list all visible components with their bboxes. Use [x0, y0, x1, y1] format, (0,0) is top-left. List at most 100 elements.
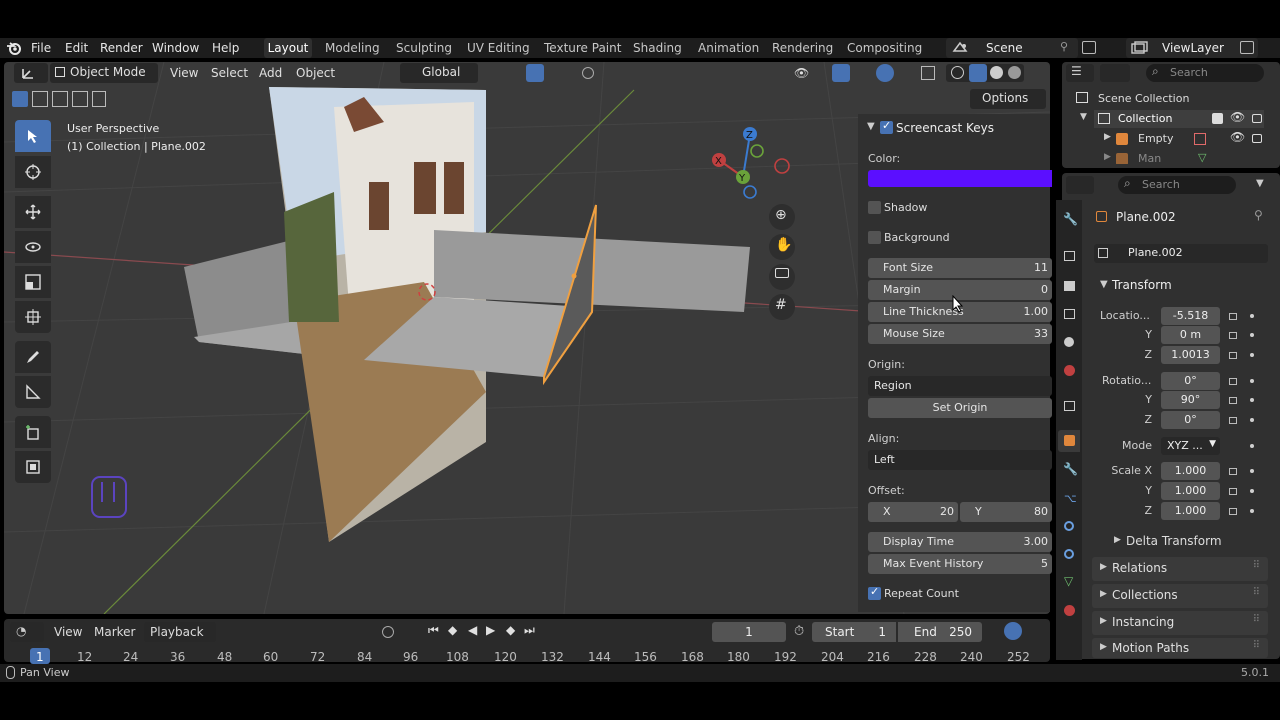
- navigation-gizmo[interactable]: Z X Y: [704, 122, 794, 202]
- tool-cursor[interactable]: [15, 156, 51, 188]
- start-frame-field[interactable]: Start 1: [812, 622, 896, 642]
- keyframe-dot-icon[interactable]: [1250, 379, 1254, 383]
- lock-icon[interactable]: [1228, 393, 1238, 405]
- shadow-checkbox[interactable]: [868, 201, 881, 214]
- rotation-y-field[interactable]: 90°: [1161, 391, 1220, 409]
- proportional-edit-icon[interactable]: [582, 67, 594, 79]
- collection-tab-icon[interactable]: [1058, 396, 1080, 418]
- select-intersect-icon[interactable]: [92, 91, 106, 107]
- shading-modes[interactable]: [946, 64, 1024, 82]
- select-invert-icon[interactable]: [72, 91, 88, 107]
- select-mode-icons[interactable]: [10, 90, 106, 108]
- new-scene-icon[interactable]: [1082, 41, 1096, 54]
- modifier-tab-icon[interactable]: 🔧: [1058, 460, 1080, 482]
- xray-toggle-icon[interactable]: [921, 66, 935, 80]
- pin-icon[interactable]: ⚲: [1060, 40, 1068, 53]
- options-dropdown[interactable]: Options: [970, 89, 1046, 109]
- play-icon[interactable]: ▶: [486, 623, 495, 637]
- jump-keyframe-back-icon[interactable]: ◆: [448, 623, 457, 637]
- select-subtract-icon[interactable]: [52, 91, 68, 107]
- tool-add-extra[interactable]: [15, 451, 51, 483]
- origin-dropdown[interactable]: Region: [868, 376, 1052, 396]
- collections-panel-header[interactable]: ▶ Collections ⠿: [1092, 584, 1268, 608]
- screencast-enable-checkbox[interactable]: ✓: [880, 119, 893, 134]
- offset-y-field[interactable]: Y 80: [960, 502, 1052, 522]
- mouse-size-field[interactable]: Mouse Size 33: [868, 324, 1052, 344]
- viewlayer-name[interactable]: ViewLayer: [1162, 41, 1224, 55]
- rotation-x-field[interactable]: 0°: [1161, 372, 1220, 390]
- motion-paths-panel-header[interactable]: ▶ Motion Paths ⠿: [1092, 638, 1268, 658]
- tool-transform[interactable]: [15, 301, 51, 333]
- display-time-field[interactable]: Display Time 3.00: [868, 532, 1052, 552]
- align-dropdown[interactable]: Left: [868, 450, 1052, 470]
- particles-tab-icon[interactable]: ⌥: [1058, 488, 1080, 510]
- menu-edit[interactable]: Edit: [65, 41, 88, 55]
- keyframe-dot-icon[interactable]: [1250, 398, 1254, 402]
- lock-icon[interactable]: [1228, 309, 1238, 321]
- scale-x-field[interactable]: 1.000: [1161, 462, 1220, 480]
- tool-tab-icon[interactable]: 🔧: [1058, 210, 1080, 232]
- tab-uv-editing[interactable]: UV Editing: [467, 38, 530, 58]
- gizmo-toggle-icon[interactable]: [832, 64, 850, 82]
- menu-window[interactable]: Window: [152, 41, 199, 55]
- render-camera-icon[interactable]: [1252, 134, 1262, 143]
- output-tab-icon[interactable]: [1058, 276, 1080, 298]
- select-new-icon[interactable]: [12, 91, 28, 107]
- camera-view-icon[interactable]: [769, 264, 795, 290]
- menu-view[interactable]: View: [170, 66, 198, 80]
- keyframe-dot-icon[interactable]: [1250, 314, 1254, 318]
- pan-hand-icon[interactable]: ✋: [769, 234, 795, 260]
- jump-keyframe-forward-icon[interactable]: ◆: [506, 623, 515, 637]
- tab-shading[interactable]: Shading: [633, 38, 682, 58]
- background-checkbox[interactable]: [868, 231, 881, 244]
- visibility-eye-icon[interactable]: 👁: [1230, 110, 1245, 124]
- select-extend-icon[interactable]: [32, 91, 48, 107]
- tab-rendering[interactable]: Rendering: [772, 38, 833, 58]
- keyframe-dot-icon[interactable]: [1250, 469, 1254, 473]
- keyframe-dot-icon[interactable]: [1250, 444, 1254, 448]
- set-origin-button[interactable]: Set Origin: [868, 398, 1052, 418]
- auto-keying-icon[interactable]: [382, 626, 394, 638]
- lock-icon[interactable]: [1228, 484, 1238, 496]
- scale-y-field[interactable]: 1.000: [1161, 482, 1220, 500]
- current-frame-field[interactable]: 1: [712, 622, 786, 642]
- playback-dropdown[interactable]: Playback: [144, 622, 216, 642]
- overlay-toggle-icon[interactable]: [876, 64, 894, 82]
- wireframe-shading-icon[interactable]: [951, 66, 964, 79]
- location-x-field[interactable]: -5.518: [1161, 307, 1220, 325]
- visibility-icon[interactable]: 👁: [794, 66, 810, 80]
- scene-selector[interactable]: Scene ⚲: [946, 38, 1078, 58]
- snap-icon[interactable]: [526, 64, 544, 82]
- material-tab-icon[interactable]: [1058, 600, 1080, 622]
- constraints-tab-icon[interactable]: [1058, 544, 1080, 566]
- visibility-eye-icon[interactable]: 👁: [1230, 130, 1245, 144]
- tab-animation[interactable]: Animation: [698, 38, 759, 58]
- zoom-icon[interactable]: ⊕: [769, 204, 795, 230]
- physics-tab-icon[interactable]: [1058, 516, 1080, 538]
- jump-start-icon[interactable]: ⏮: [428, 623, 439, 638]
- solid-shading-icon[interactable]: [969, 64, 987, 82]
- timeline-menu-marker[interactable]: Marker: [94, 625, 135, 639]
- timeline-view-toggle-icon[interactable]: [1004, 622, 1022, 640]
- play-reverse-icon[interactable]: ◀: [468, 623, 477, 637]
- data-tab-icon[interactable]: ▽: [1058, 572, 1080, 594]
- location-y-field[interactable]: 0 m: [1161, 326, 1220, 344]
- preview-range-icon[interactable]: ⏱: [794, 624, 804, 639]
- lock-icon[interactable]: [1228, 348, 1238, 360]
- tab-compositing[interactable]: Compositing: [847, 38, 922, 58]
- jump-end-icon[interactable]: ⏭: [524, 623, 535, 638]
- lock-icon[interactable]: [1228, 328, 1238, 340]
- material-shading-icon[interactable]: [990, 66, 1003, 79]
- end-frame-field[interactable]: End 250: [898, 622, 982, 642]
- menu-file[interactable]: File: [31, 41, 51, 55]
- tab-modeling[interactable]: Modeling: [325, 38, 380, 58]
- ortho-grid-icon[interactable]: #: [769, 294, 795, 320]
- timeline-menu-view[interactable]: View: [54, 625, 82, 639]
- color-swatch[interactable]: [868, 170, 1052, 187]
- relations-panel-header[interactable]: ▶ Relations ⠿: [1092, 557, 1268, 581]
- tool-add-cube[interactable]: [15, 416, 51, 448]
- tab-texture-paint[interactable]: Texture Paint: [544, 38, 621, 58]
- world-tab-icon[interactable]: [1058, 360, 1080, 382]
- keyframe-dot-icon[interactable]: [1250, 333, 1254, 337]
- object-tab-icon[interactable]: [1058, 430, 1080, 452]
